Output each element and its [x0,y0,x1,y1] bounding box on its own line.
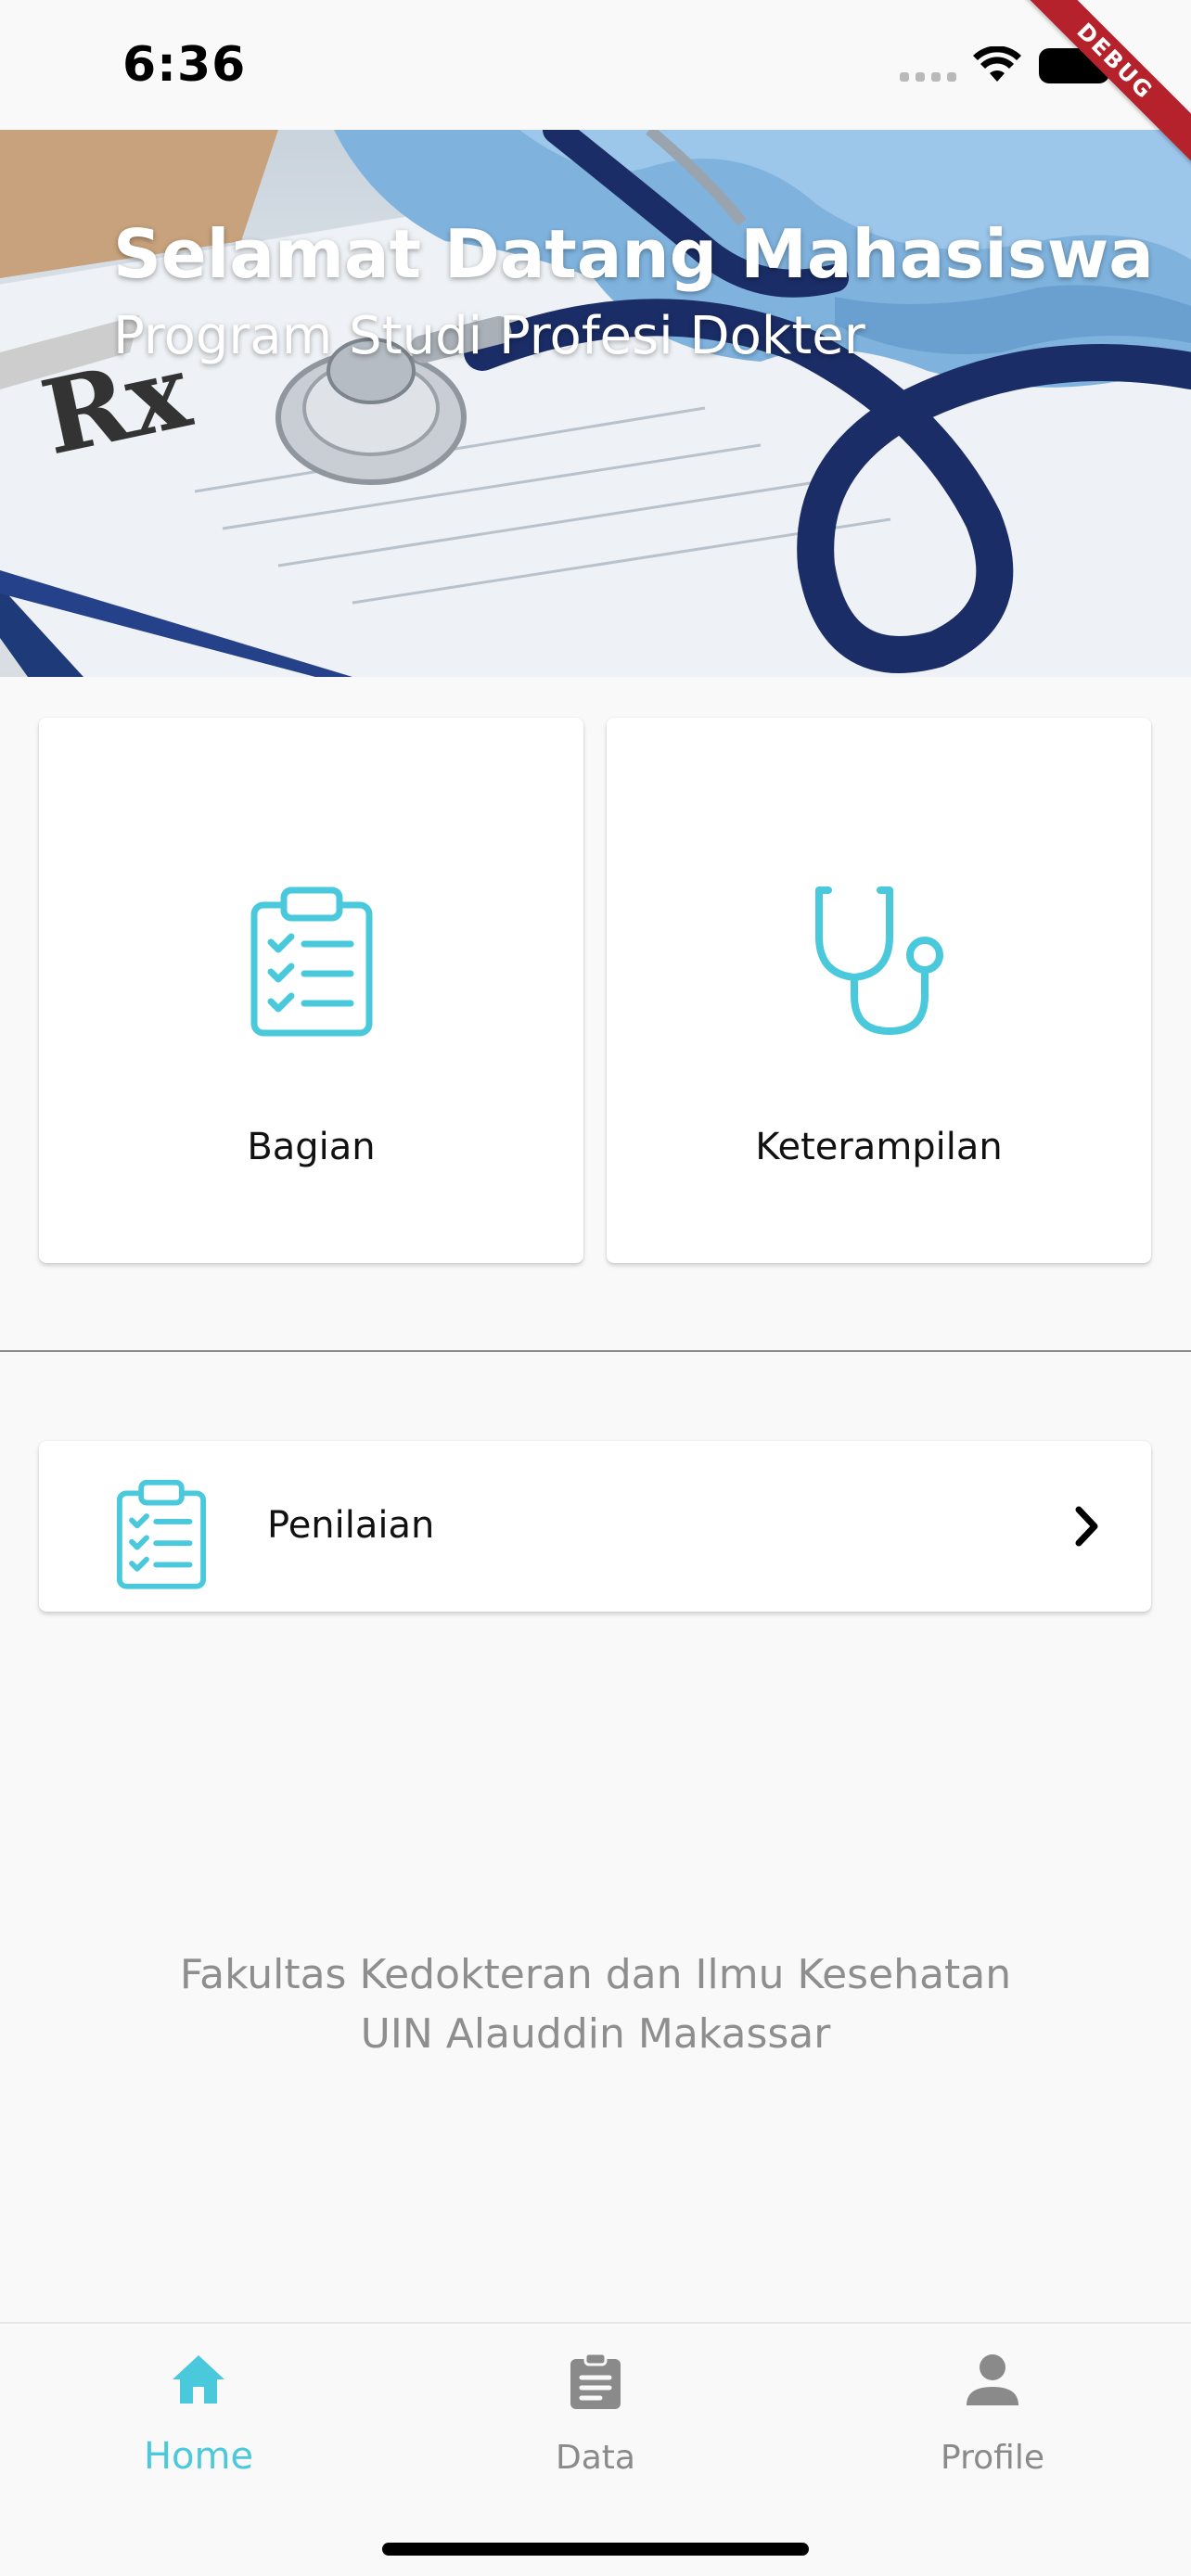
person-icon [967,2354,1018,2405]
keterampilan-card[interactable]: Keterampilan [607,718,1151,1263]
clipboard-checklist-icon [250,886,372,1037]
stethoscope-prescription-image: Rx [0,130,1191,677]
home-icon [173,2355,224,2404]
bagian-card[interactable]: Bagian [39,718,583,1263]
nav-profile[interactable]: Profile [794,2324,1191,2509]
bottom-navigation: Home Data Profile [0,2322,1191,2576]
nav-home[interactable]: Home [0,2324,397,2509]
chevron-right-icon [1075,1506,1098,1547]
stethoscope-icon [814,886,943,1035]
hero-banner: Rx Selamat Datang Mahasiswa Program Stud… [0,130,1191,677]
clipboard-checklist-icon [117,1479,206,1589]
faculty-footer: Fakultas Kedokteran dan Ilmu Kesehatan U… [0,1945,1191,2064]
university-name: UIN Alauddin Makassar [360,2010,831,2058]
nav-profile-label: Profile [941,2439,1044,2477]
wifi-icon [973,46,1021,82]
clipboard-icon [570,2352,621,2409]
faculty-name: Fakultas Kedokteran dan Ilmu Kesehatan [179,1951,1012,1998]
penilaian-label: Penilaian [267,1504,435,1547]
nav-data[interactable]: Data [397,2324,794,2509]
hero-title: Selamat Datang Mahasiswa [113,215,1154,293]
keterampilan-label: Keterampilan [755,1126,1003,1168]
nav-home-label: Home [143,2435,254,2478]
penilaian-list-item[interactable]: Penilaian [39,1441,1151,1612]
nav-data-label: Data [556,2439,635,2477]
hero-subtitle: Program Studi Profesi Dokter [113,306,865,366]
signal-icon [900,72,956,82]
status-bar: 6:36 [0,0,1191,130]
home-indicator [382,2543,809,2556]
section-divider [0,1350,1191,1352]
status-time: 6:36 [122,37,247,93]
bagian-label: Bagian [247,1126,376,1168]
